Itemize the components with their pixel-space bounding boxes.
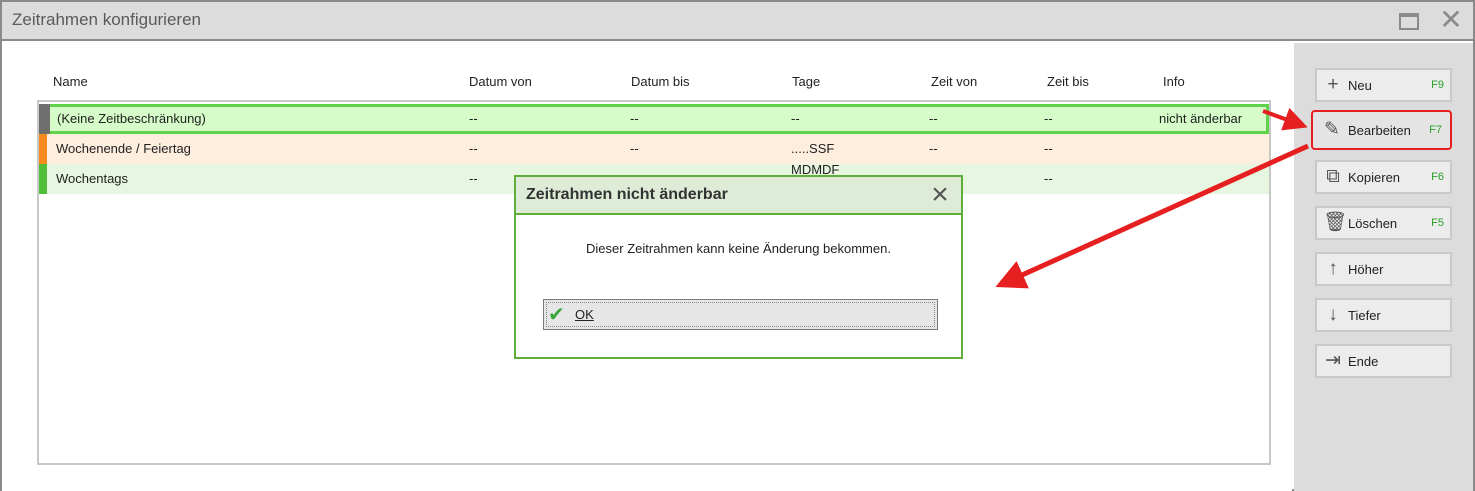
cell-name: Wochenende / Feiertag — [56, 141, 191, 156]
shortcut-key: F6 — [1431, 171, 1444, 183]
cell-name: Wochentags — [56, 171, 129, 186]
title-bar: Zeitrahmen konfigurieren ✕ — [2, 2, 1473, 41]
cell-name: (Keine Zeitbeschränkung) — [57, 111, 206, 126]
copy-button-label: Kopieren — [1348, 170, 1401, 185]
column-header-datum-bis[interactable]: Datum bis — [631, 74, 690, 89]
arrow-up-icon: ↑ — [1328, 258, 1338, 279]
ok-button-label: OK — [575, 307, 594, 322]
window-title: Zeitrahmen konfigurieren — [12, 10, 201, 29]
pencil-icon: ✎ — [1324, 119, 1340, 140]
row-marker — [39, 104, 50, 134]
cell-info: nicht änderbar — [1159, 111, 1243, 126]
cell-datum-von: -- — [469, 141, 478, 156]
cell-zeit-bis: -- — [1044, 141, 1053, 156]
column-header-zeit-von[interactable]: Zeit von — [931, 74, 977, 89]
table-row[interactable]: Wochenende / Feiertag -- -- .....SSF -- … — [39, 134, 1269, 164]
cell-datum-bis: -- — [630, 111, 639, 126]
ok-button[interactable]: ✔ OK — [543, 299, 938, 330]
exit-button-label: Ende — [1348, 354, 1379, 369]
column-header-tage[interactable]: Tage — [792, 74, 820, 89]
plus-icon: + — [1327, 74, 1339, 95]
close-icon[interactable]: ✕ — [1438, 6, 1464, 34]
copy-button[interactable]: ⧉ Kopieren F6 — [1315, 160, 1452, 194]
table-row[interactable]: (Keine Zeitbeschränkung) -- -- -- -- -- … — [39, 104, 1269, 134]
trash-icon: 🗑 — [1323, 212, 1348, 233]
column-header-name[interactable]: Name — [53, 74, 88, 89]
move-down-button-label: Tiefer — [1348, 308, 1381, 323]
move-down-button[interactable]: ↓ Tiefer — [1315, 298, 1452, 332]
cell-zeit-von: -- — [929, 141, 938, 156]
new-button-label: Neu — [1348, 78, 1372, 93]
cell-zeit-bis: -- — [1044, 111, 1053, 126]
dialog-message: Dieser Zeitrahmen kann keine Änderung be… — [586, 241, 891, 256]
column-header-zeit-bis[interactable]: Zeit bis — [1047, 74, 1089, 89]
main-window: Zeitrahmen konfigurieren ✕ Name Datum vo… — [0, 0, 1475, 491]
arrow-down-icon: ↓ — [1328, 304, 1338, 325]
cell-datum-von: -- — [469, 171, 478, 186]
exit-button[interactable]: ⇥ Ende — [1315, 344, 1452, 378]
cell-tage: .....SSF — [791, 141, 835, 156]
move-up-button-label: Höher — [1348, 262, 1384, 277]
dialog-title: Zeitrahmen nicht änderbar — [526, 186, 728, 203]
edit-button-label: Bearbeiten — [1348, 123, 1411, 138]
dialog-close-icon[interactable]: × — [926, 180, 954, 210]
cell-zeit-von: -- — [929, 111, 938, 126]
checkmark-icon: ✔ — [548, 304, 565, 326]
delete-button-label: Löschen — [1348, 216, 1398, 231]
dialog-header: Zeitrahmen nicht änderbar × — [516, 177, 961, 215]
action-panel: + Neu F9 ✎ Bearbeiten F7 ⧉ Kopieren F6 🗑… — [1294, 43, 1473, 491]
column-header-datum-von[interactable]: Datum von — [469, 74, 532, 89]
info-dialog: Zeitrahmen nicht änderbar × Dieser Zeitr… — [514, 175, 963, 359]
edit-button[interactable]: ✎ Bearbeiten F7 — [1311, 110, 1452, 150]
row-marker — [39, 134, 47, 164]
delete-button[interactable]: 🗑 Löschen F5 — [1315, 206, 1452, 240]
column-header-info[interactable]: Info — [1163, 74, 1185, 89]
cell-datum-von: -- — [469, 111, 478, 126]
copy-icon: ⧉ — [1326, 166, 1340, 187]
cell-zeit-bis: -- — [1044, 171, 1053, 186]
exit-icon: ⇥ — [1325, 350, 1341, 371]
move-up-button[interactable]: ↑ Höher — [1315, 252, 1452, 286]
shortcut-key: F7 — [1429, 124, 1442, 136]
shortcut-key: F5 — [1431, 217, 1444, 229]
shortcut-key: F9 — [1431, 79, 1444, 91]
cell-datum-bis: -- — [630, 141, 639, 156]
row-marker — [39, 164, 47, 194]
new-button[interactable]: + Neu F9 — [1315, 68, 1452, 102]
maximize-icon[interactable] — [1399, 13, 1419, 30]
cell-tage: -- — [791, 111, 800, 126]
